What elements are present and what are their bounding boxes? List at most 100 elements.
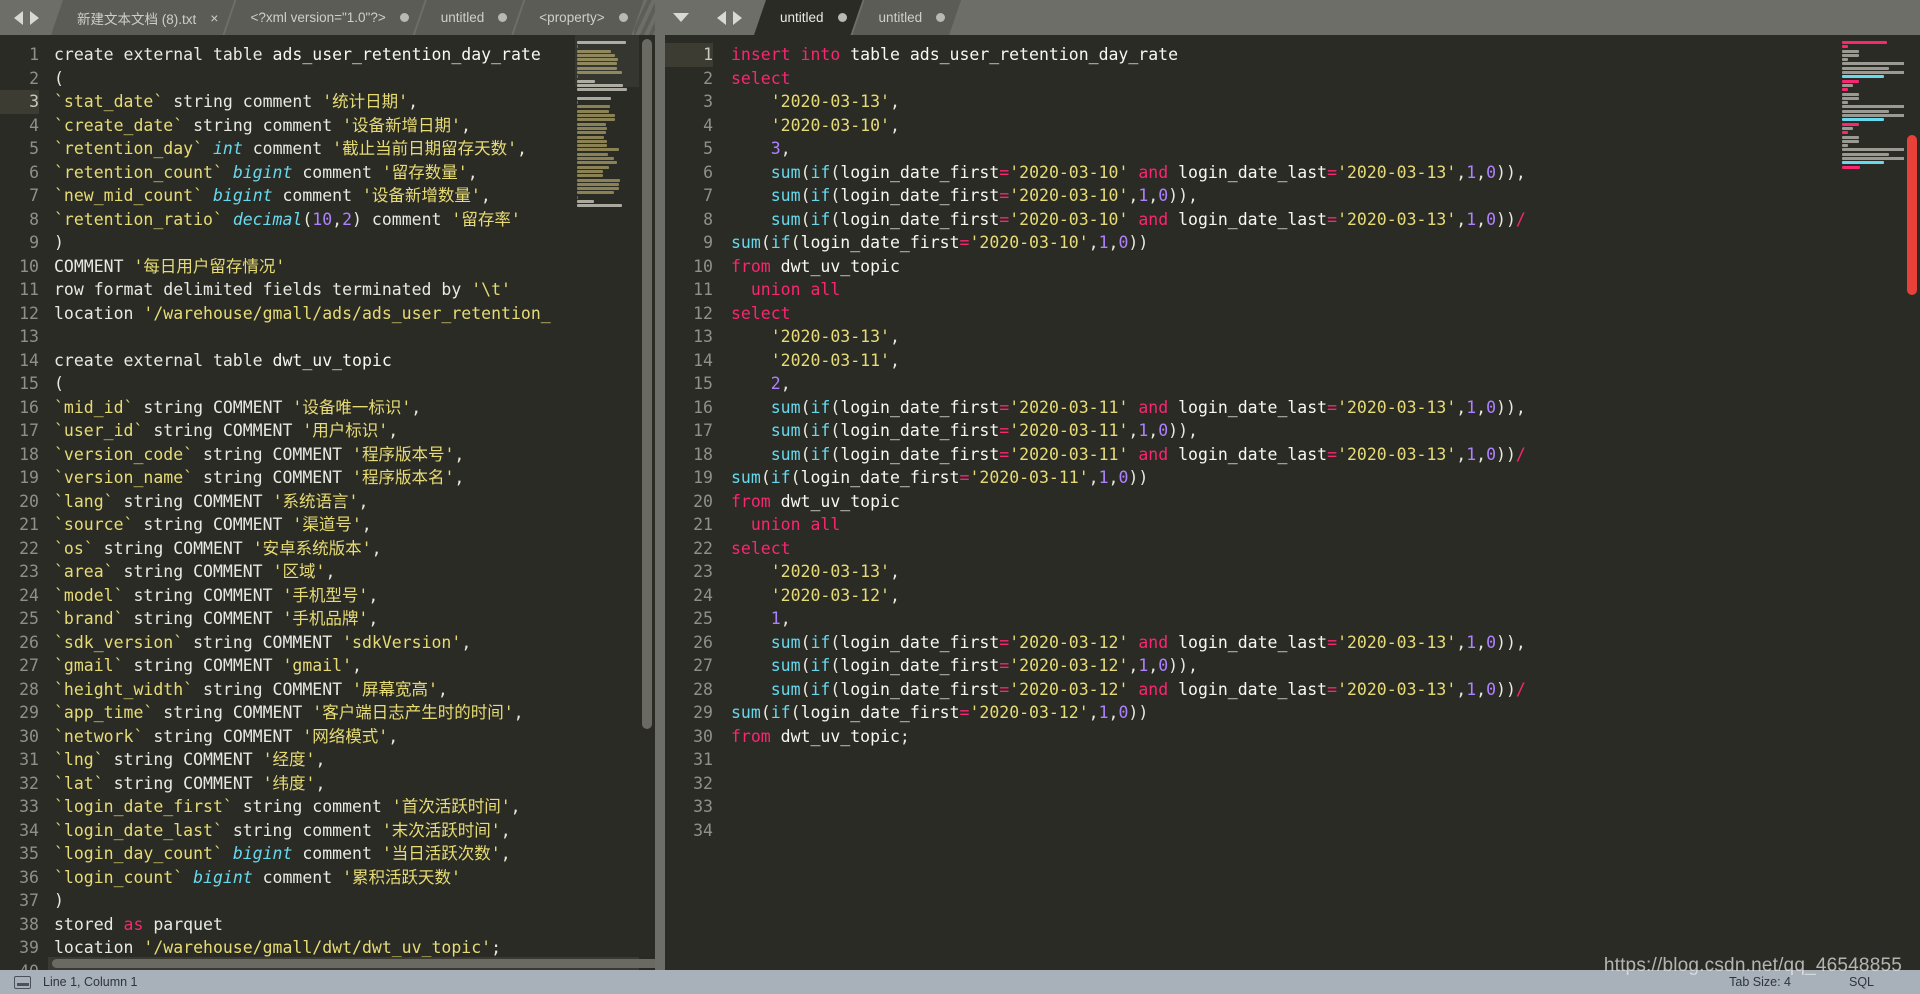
- chevron-down-icon[interactable]: [673, 13, 689, 22]
- left-vertical-scroll-thumb[interactable]: [642, 39, 652, 729]
- left-tab-3[interactable]: <property>: [513, 0, 643, 35]
- code-line[interactable]: (: [54, 67, 655, 91]
- left-horizontal-scroll-thumb[interactable]: [52, 959, 655, 968]
- code-line[interactable]: select: [731, 67, 1920, 91]
- code-line[interactable]: select: [731, 302, 1920, 326]
- left-minimap-viewport[interactable]: [575, 35, 639, 87]
- code-line[interactable]: from dwt_uv_topic;: [731, 725, 1920, 749]
- left-horizontal-scrollbar[interactable]: [48, 957, 655, 970]
- code-line[interactable]: insert into table ads_user_retention_day…: [731, 43, 1920, 67]
- code-line[interactable]: stored as parquet: [54, 913, 655, 937]
- right-code-text[interactable]: insert into table ads_user_retention_day…: [725, 35, 1920, 842]
- code-line[interactable]: `create_date` string comment '设备新增日期',: [54, 114, 655, 138]
- code-line[interactable]: `user_id` string COMMENT '用户标识',: [54, 419, 655, 443]
- right-vertical-scroll-thumb[interactable]: [1907, 135, 1917, 295]
- code-line[interactable]: `height_width` string COMMENT '屏幕宽高',: [54, 678, 655, 702]
- code-line[interactable]: sum(if(login_date_first='2020-03-10' and…: [731, 208, 1920, 232]
- left-code-area[interactable]: create external table ads_user_retention…: [48, 35, 655, 970]
- chevron-right-icon[interactable]: [30, 10, 39, 25]
- code-line[interactable]: '2020-03-10',: [731, 114, 1920, 138]
- pane-splitter[interactable]: [655, 35, 665, 970]
- code-line[interactable]: `stat_date` string comment '统计日期',: [54, 90, 655, 114]
- chevron-left-icon[interactable]: [14, 10, 23, 25]
- left-code-text[interactable]: create external table ads_user_retention…: [48, 35, 655, 970]
- code-line[interactable]: `brand` string COMMENT '手机品牌',: [54, 607, 655, 631]
- code-line[interactable]: 2,: [731, 372, 1920, 396]
- chevron-left-icon[interactable]: [717, 10, 726, 25]
- code-line[interactable]: [731, 795, 1920, 819]
- code-line[interactable]: create external table dwt_uv_topic: [54, 349, 655, 373]
- code-line[interactable]: select: [731, 537, 1920, 561]
- tab-dropdown-button[interactable]: [655, 0, 703, 35]
- right-minimap[interactable]: [1840, 35, 1904, 970]
- tab-size-label[interactable]: Tab Size: 4: [1729, 975, 1791, 989]
- code-line[interactable]: sum(if(login_date_first='2020-03-10',1,0…: [731, 231, 1920, 255]
- language-mode-label[interactable]: SQL: [1849, 975, 1874, 989]
- left-tab-2[interactable]: untitled: [415, 0, 524, 35]
- code-line[interactable]: [731, 748, 1920, 772]
- right-tab-1[interactable]: untitled: [853, 0, 962, 35]
- code-line[interactable]: `login_count` bigint comment '累积活跃天数': [54, 866, 655, 890]
- code-line[interactable]: sum(if(login_date_first='2020-03-11' and…: [731, 443, 1920, 467]
- code-line[interactable]: location '/warehouse/gmall/dwt/dwt_uv_to…: [54, 936, 655, 960]
- code-line[interactable]: sum(if(login_date_first='2020-03-11',1,0…: [731, 419, 1920, 443]
- code-line[interactable]: [731, 772, 1920, 796]
- code-line[interactable]: sum(if(login_date_first='2020-03-10',1,0…: [731, 184, 1920, 208]
- code-line[interactable]: sum(if(login_date_first='2020-03-11' and…: [731, 396, 1920, 420]
- code-line[interactable]: from dwt_uv_topic: [731, 255, 1920, 279]
- code-line[interactable]: from dwt_uv_topic: [731, 490, 1920, 514]
- unsaved-dot-icon[interactable]: [936, 13, 945, 22]
- code-line[interactable]: sum(if(login_date_first='2020-03-12' and…: [731, 678, 1920, 702]
- code-line[interactable]: `login_date_first` string comment '首次活跃时…: [54, 795, 655, 819]
- code-line[interactable]: sum(if(login_date_first='2020-03-10' and…: [731, 161, 1920, 185]
- left-pane-nav-arrows[interactable]: [0, 0, 51, 35]
- close-icon[interactable]: ×: [210, 10, 218, 26]
- code-line[interactable]: `login_day_count` bigint comment '当日活跃次数…: [54, 842, 655, 866]
- right-tab-0[interactable]: untitled: [754, 0, 863, 35]
- left-minimap[interactable]: [575, 35, 639, 970]
- code-line[interactable]: sum(if(login_date_first='2020-03-11',1,0…: [731, 466, 1920, 490]
- code-line[interactable]: '2020-03-13',: [731, 560, 1920, 584]
- code-line[interactable]: `network` string COMMENT '网络模式',: [54, 725, 655, 749]
- code-line[interactable]: '2020-03-11',: [731, 349, 1920, 373]
- code-line[interactable]: `version_name` string COMMENT '程序版本名',: [54, 466, 655, 490]
- code-line[interactable]: `retention_ratio` decimal(10,2) comment …: [54, 208, 655, 232]
- code-line[interactable]: `area` string COMMENT '区域',: [54, 560, 655, 584]
- code-line[interactable]: COMMENT '每日用户留存情况': [54, 255, 655, 279]
- code-line[interactable]: `lang` string COMMENT '系统语言',: [54, 490, 655, 514]
- right-pane-nav-arrows[interactable]: [703, 0, 754, 35]
- unsaved-dot-icon[interactable]: [498, 13, 507, 22]
- code-line[interactable]: `mid_id` string COMMENT '设备唯一标识',: [54, 396, 655, 420]
- unsaved-dot-icon[interactable]: [400, 13, 409, 22]
- code-line[interactable]: `lat` string COMMENT '纬度',: [54, 772, 655, 796]
- code-line[interactable]: `source` string COMMENT '渠道号',: [54, 513, 655, 537]
- code-line[interactable]: union all: [731, 513, 1920, 537]
- code-line[interactable]: `new_mid_count` bigint comment '设备新增数量',: [54, 184, 655, 208]
- code-line[interactable]: `login_date_last` string comment '末次活跃时间…: [54, 819, 655, 843]
- code-line[interactable]: [54, 325, 655, 349]
- code-line[interactable]: `retention_day` int comment '截止当前日期留存天数'…: [54, 137, 655, 161]
- code-line[interactable]: `model` string COMMENT '手机型号',: [54, 584, 655, 608]
- left-tab-0[interactable]: 新建文本文档 (8).txt ×: [51, 0, 234, 35]
- code-line[interactable]: sum(if(login_date_first='2020-03-12' and…: [731, 631, 1920, 655]
- code-line[interactable]: '2020-03-13',: [731, 325, 1920, 349]
- code-line[interactable]: row format delimited fields terminated b…: [54, 278, 655, 302]
- code-line[interactable]: `os` string COMMENT '安卓系统版本',: [54, 537, 655, 561]
- code-line[interactable]: '2020-03-13',: [731, 90, 1920, 114]
- unsaved-dot-icon[interactable]: [838, 13, 847, 22]
- code-line[interactable]: sum(if(login_date_first='2020-03-12',1,0…: [731, 701, 1920, 725]
- code-line[interactable]: (: [54, 372, 655, 396]
- unsaved-dot-icon[interactable]: [619, 13, 628, 22]
- right-vertical-scrollbar[interactable]: [1904, 35, 1920, 970]
- left-vertical-scrollbar[interactable]: [639, 35, 655, 970]
- code-line[interactable]: '2020-03-12',: [731, 584, 1920, 608]
- code-line[interactable]: 1,: [731, 607, 1920, 631]
- code-line[interactable]: [731, 819, 1920, 843]
- code-line[interactable]: `lng` string COMMENT '经度',: [54, 748, 655, 772]
- code-line[interactable]: `sdk_version` string COMMENT 'sdkVersion…: [54, 631, 655, 655]
- code-line[interactable]: `version_code` string COMMENT '程序版本号',: [54, 443, 655, 467]
- code-line[interactable]: ): [54, 889, 655, 913]
- code-line[interactable]: `retention_count` bigint comment '留存数量',: [54, 161, 655, 185]
- code-line[interactable]: 3,: [731, 137, 1920, 161]
- chevron-right-icon[interactable]: [733, 10, 742, 25]
